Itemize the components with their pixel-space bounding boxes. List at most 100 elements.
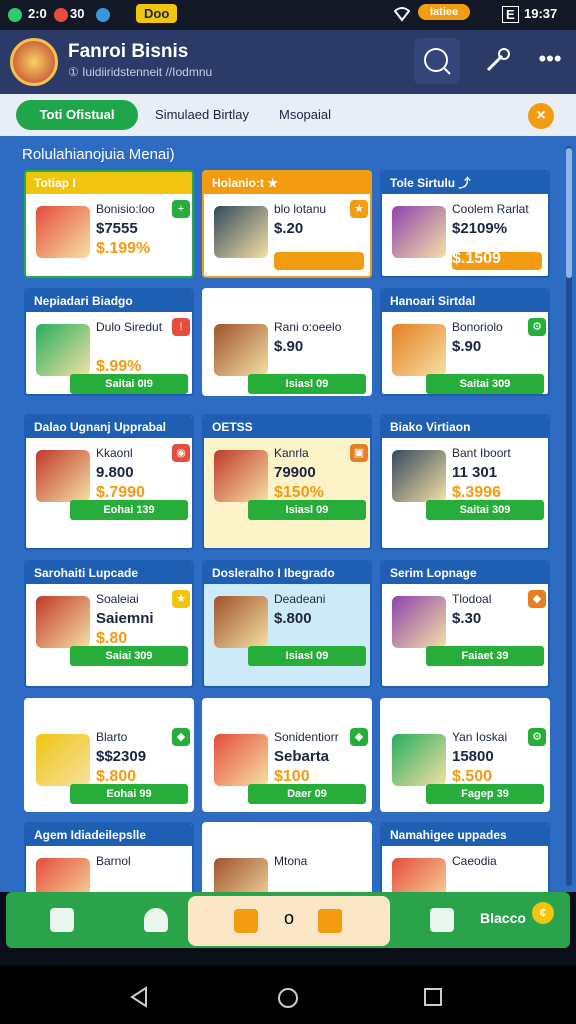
buy-button[interactable]: Eohai 99: [70, 784, 188, 804]
tab-0[interactable]: Toti Ofistual: [16, 100, 138, 130]
upgrade-card[interactable]: Nepiadari Biadgo Dulo Siredut $.99% Saitai …: [24, 288, 194, 396]
card-name: Dulo Siredut: [96, 320, 163, 334]
buy-button[interactable]: Saiai 309: [70, 646, 188, 666]
tab-2[interactable]: Msopaial: [266, 100, 344, 130]
item-illustration: [214, 324, 268, 376]
upgrade-card[interactable]: Tole Sirtulu ⤴ Coolem Rarlat $2109% $.1509: [380, 170, 550, 278]
recents-icon[interactable]: [422, 986, 444, 1008]
item-illustration: [392, 450, 446, 502]
card-price: 9.800: [96, 464, 134, 481]
badge-icon: ⚙: [528, 728, 546, 746]
buy-button[interactable]: Saitai 0I9: [70, 374, 188, 394]
item-illustration: [36, 858, 90, 892]
more-menu-button[interactable]: •••: [530, 42, 570, 82]
card-price: $.90: [452, 338, 482, 355]
upgrade-card[interactable]: Rani o:oeelo $.90 Isiasl 09: [202, 288, 372, 396]
upgrade-card[interactable]: Dalao Ugnanj Upprabal Kkaonl 9.800 $.7990 Eo…: [24, 414, 194, 550]
clipboard-icon[interactable]: [430, 908, 454, 932]
card-name: Barnol: [96, 854, 131, 868]
upgrade-card[interactable]: Holanio:t ★ blo lotanu $.20 ★: [202, 170, 372, 278]
buy-button[interactable]: Daer 09: [248, 784, 366, 804]
badge-icon: ★: [172, 590, 190, 608]
worker-icon[interactable]: [144, 908, 168, 932]
buy-button[interactable]: Fagep 39: [426, 784, 544, 804]
upgrade-card[interactable]: Blarto $$2309 $.800 Eohai 99 ◆: [24, 698, 194, 812]
app-bar: Fanroi Bisnis ① Iuidiiridstenneit //Iodm…: [0, 30, 576, 94]
upgrade-card[interactable]: Totiap I Bonisio:loo $7555 $.199% +: [24, 170, 194, 278]
card-name: Yan Ioskai: [452, 730, 508, 744]
card-header: Serim Lopnage: [382, 562, 548, 584]
item-illustration: [392, 596, 446, 648]
card-header: Tole Sirtulu ⤴: [382, 172, 548, 194]
search-button[interactable]: [414, 38, 460, 84]
close-button[interactable]: ×: [528, 103, 554, 129]
upgrade-card[interactable]: Biako Virtiaon Bant Iboort 11 301 $.3996 Sai…: [380, 414, 550, 550]
tab-1[interactable]: Simulaed Birtlay: [148, 100, 256, 130]
card-header: Nepiadari Biadgo: [26, 290, 192, 312]
box-icon[interactable]: [50, 908, 74, 932]
card-price: 11 301: [452, 464, 498, 481]
upgrade-list[interactable]: Rolulahianojuia Menai) Totiap I Bonisio:l…: [0, 136, 576, 892]
center-action[interactable]: o: [188, 896, 390, 946]
buy-button[interactable]: Faiaet 39: [426, 646, 544, 666]
back-icon[interactable]: [128, 986, 150, 1008]
item-illustration: [214, 450, 268, 502]
nav-right-label[interactable]: Blacco: [480, 910, 526, 926]
upgrade-card[interactable]: Dosleralho I Ibegrado Deadeani $.800 Isiasl…: [202, 560, 372, 688]
badge-icon: !: [172, 318, 190, 336]
app-logo: [10, 38, 58, 86]
upgrade-card[interactable]: Serim Lopnage Tlodoal $.30 Faiaet 39 ◆: [380, 560, 550, 688]
card-price: $.90: [274, 338, 304, 355]
upgrade-card[interactable]: OETSS Kanrla 79900 $150% Isiasl 09 ▣: [202, 414, 372, 550]
system-nav-bar: [0, 966, 576, 1024]
item-illustration: [214, 734, 268, 786]
card-price: Saiemni: [96, 610, 154, 627]
status-count: 30: [70, 6, 85, 21]
card-name: Deadeani: [274, 592, 326, 606]
item-illustration: [392, 734, 446, 786]
card-header: Dosleralho I Ibegrado: [204, 562, 370, 584]
card-name: Sonidentiorr: [274, 730, 339, 744]
card-price: $$2309: [96, 748, 147, 765]
card-name: Bonoriolo: [452, 320, 503, 334]
item-illustration: [36, 450, 90, 502]
buy-button[interactable]: Eohai 139: [70, 500, 188, 520]
upgrade-card[interactable]: Sonidentiorr Sebarta $100 Daer 09 ◆: [202, 698, 372, 812]
card-price: $.20: [274, 220, 304, 237]
section-title: Rolulahianojuia Menai): [22, 146, 175, 163]
item-illustration: [392, 206, 446, 258]
item-illustration: [36, 734, 90, 786]
upgrade-card[interactable]: Yan Ioskai 15800 $.500 Fagep 39 ⚙: [380, 698, 550, 812]
buy-button[interactable]: Saitai 309: [426, 374, 544, 394]
buy-button[interactable]: Isiasl 09: [248, 646, 366, 666]
card-price: $2109%: [452, 220, 508, 237]
upgrade-card[interactable]: Mtona: [202, 822, 372, 892]
buy-button[interactable]: Isiasl 09: [248, 374, 366, 394]
card-name: Bant Iboort: [452, 446, 511, 460]
buy-button[interactable]: Saitai 309: [426, 500, 544, 520]
card-name: Kanrla: [274, 446, 309, 460]
item-illustration: [36, 324, 90, 376]
badge-icon: ⚙: [528, 318, 546, 336]
item-illustration: [214, 596, 268, 648]
tools-button[interactable]: [476, 42, 516, 82]
badge-icon: ◆: [172, 728, 190, 746]
card-name: Rani o:oeelo: [274, 320, 342, 334]
home-icon[interactable]: [276, 986, 300, 1010]
upgrade-card[interactable]: Hanoari Sirtdal Bonoriolo $.90 Saitai 309 ⚙: [380, 288, 550, 396]
card-name: blo lotanu: [274, 202, 327, 216]
tab-bar: Toti Ofistual Simulaed Birtlay Msopaial: [0, 94, 576, 136]
upgrade-card[interactable]: Sarohaiti Lupcade Soaleiai Saiemni $.80 Saia…: [24, 560, 194, 688]
app-icon: [96, 6, 110, 22]
card-price: 15800: [452, 748, 494, 765]
upgrade-card[interactable]: Agem Idiadeilepslle Barnol: [24, 822, 194, 892]
crate-icon: [234, 909, 258, 933]
card-header: Biako Virtiaon: [382, 416, 548, 438]
upgrade-card[interactable]: Namahigee uppades Caeodia: [380, 822, 550, 892]
scroll-thumb[interactable]: [566, 148, 572, 278]
buy-button[interactable]: Isiasl 09: [248, 500, 366, 520]
card-price: $.800: [274, 610, 312, 627]
card-header: Holanio:t ★: [204, 172, 370, 194]
progress-bar: [274, 252, 364, 270]
card-header: Agem Idiadeilepslle: [26, 824, 192, 846]
